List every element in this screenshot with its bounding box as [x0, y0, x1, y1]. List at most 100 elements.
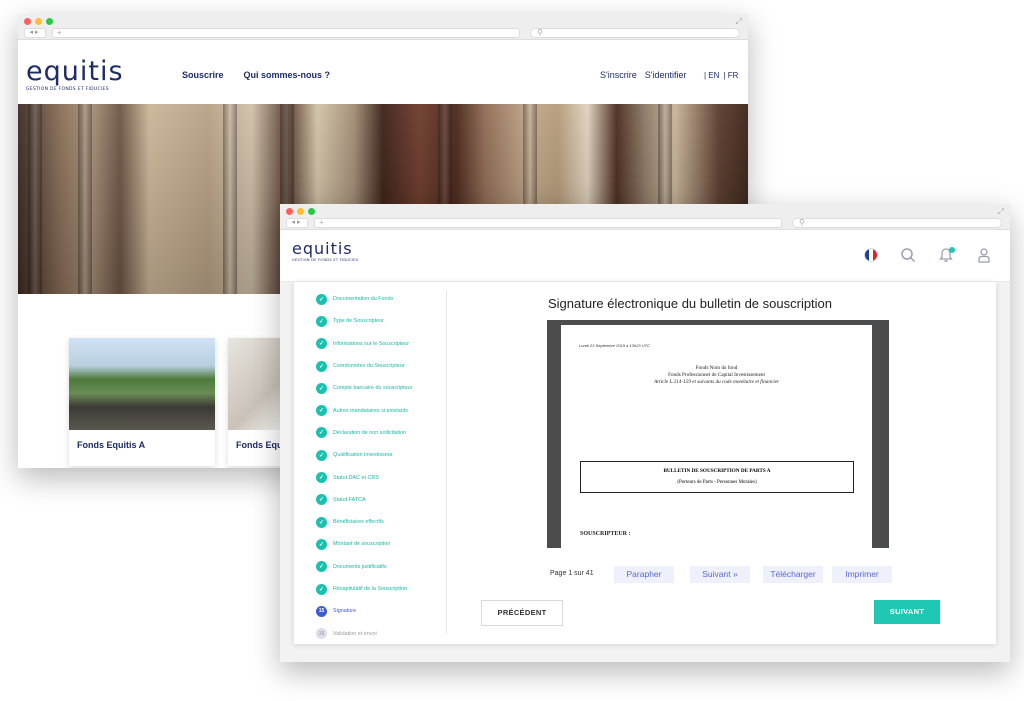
check-icon: ✓: [316, 516, 327, 528]
step-item[interactable]: ✓ Déclaration de non sollicitation: [316, 422, 456, 444]
window-controls: [24, 18, 53, 25]
step-item[interactable]: ✓ Qualification investisseur: [316, 444, 456, 466]
doc-fund-name: Fonds Nom du fond: [695, 365, 738, 371]
doc-bulletin-title: BULLETIN DE SOUSCRIPTION DE PARTS A: [663, 468, 771, 474]
step-item[interactable]: ✓ Récapitulatif de la Souscription: [316, 578, 456, 600]
maximize-dot-icon[interactable]: [308, 208, 315, 215]
step-label: Documents justificatifs: [333, 563, 387, 570]
parapher-button[interactable]: Parapher: [614, 566, 674, 583]
step-item[interactable]: ✓ Documentation du Fonds: [316, 288, 456, 310]
step-label: Bénéficiaires effectifs: [333, 519, 384, 526]
page-counter: Page 1 sur 41: [550, 570, 594, 577]
step-item[interactable]: ✓ Statut FATCA: [316, 489, 456, 511]
auth-links: S'inscrire S'identifier: [600, 70, 686, 80]
lang-en[interactable]: | EN: [704, 71, 719, 80]
step-item[interactable]: ✓ Statut DAC et CRS: [316, 466, 456, 488]
fund-image: [69, 338, 215, 430]
doc-article: Article L.214-159 et suivants du code mo…: [653, 379, 779, 385]
step-label: Autres mandataires si existants: [333, 407, 408, 414]
equitis-logo[interactable]: equitis GESTION DE FONDS ET FIDUCIES: [26, 58, 124, 93]
close-dot-icon[interactable]: [286, 208, 293, 215]
step-label: Validation et envoi: [333, 630, 377, 637]
logo-tagline: GESTION DE FONDS ET FIDUCIES: [292, 258, 359, 262]
doc-section-heading: SOUSCRIPTEUR :: [580, 531, 631, 537]
step-item[interactable]: ✓ Coordonnées du Souscripteur: [316, 355, 456, 377]
fund-card-a[interactable]: Fonds Equitis A: [69, 338, 215, 466]
front-browser-window: ◂▸ + ⚲ ⤢ equitis GESTION DE FONDS ET FID…: [280, 204, 1010, 662]
browser-search-bar[interactable]: ⚲: [792, 218, 1002, 228]
minimize-dot-icon[interactable]: [35, 18, 42, 25]
next-page-button[interactable]: Suivant »: [690, 566, 750, 583]
step-label: Statut DAC et CRS: [333, 474, 379, 481]
nav-qui-sommes-nous[interactable]: Qui sommes-nous ?: [244, 70, 331, 80]
check-icon: ✓: [316, 293, 327, 305]
step-item[interactable]: ✓ Type de Souscripteur: [316, 310, 456, 332]
france-flag-icon[interactable]: [864, 248, 878, 262]
main-nav: Souscrire Qui sommes-nous ?: [182, 70, 330, 80]
step-label: Type de Souscripteur: [333, 318, 384, 325]
nav-souscrire[interactable]: Souscrire: [182, 70, 224, 80]
step-label: Qualification investisseur: [333, 452, 393, 459]
notifications[interactable]: [938, 247, 955, 263]
step-number: 15: [316, 605, 327, 617]
divider: [446, 290, 447, 634]
next-button[interactable]: SUIVANT: [874, 600, 940, 624]
check-icon: ✓: [316, 494, 327, 506]
header-icons: [864, 247, 992, 263]
lang-fr[interactable]: | FR: [723, 71, 738, 80]
step-item[interactable]: ✓ Informations sur le Souscripteur: [316, 333, 456, 355]
step-list: ✓ Documentation du Fonds ✓ Type de Souscrip…: [316, 288, 456, 645]
url-bar[interactable]: +: [52, 28, 520, 38]
back-forward-icon[interactable]: ◂▸: [24, 28, 46, 38]
step-item[interactable]: 16 Validation et envoi: [316, 622, 456, 644]
doc-date: Lundi 23 Septembre 2019 à 13h23 UTC: [579, 343, 650, 348]
step-label: Compte bancaire du souscripteur: [333, 385, 413, 392]
previous-button[interactable]: PRÉCÉDENT: [481, 600, 563, 626]
maximize-dot-icon[interactable]: [46, 18, 53, 25]
check-icon: ✓: [316, 360, 327, 372]
step-label: Coordonnées du Souscripteur: [333, 363, 405, 370]
step-label: Montant de souscription: [333, 541, 391, 548]
language-switcher: | EN | FR: [704, 71, 738, 80]
back-forward-icon[interactable]: ◂▸: [286, 218, 308, 228]
step-label: Déclaration de non sollicitation: [333, 429, 407, 436]
step-item[interactable]: ✓ Compte bancaire du souscripteur: [316, 377, 456, 399]
pdf-page: Lundi 23 Septembre 2019 à 13h23 UTC Fond…: [561, 325, 872, 548]
browser-chrome: ◂▸ + ⚲ ⤢: [280, 204, 1010, 230]
minimize-dot-icon[interactable]: [297, 208, 304, 215]
expand-icon[interactable]: ⤢: [998, 207, 1004, 217]
login-link[interactable]: S'identifier: [645, 70, 687, 80]
step-item[interactable]: ✓ Montant de souscription: [316, 533, 456, 555]
step-item[interactable]: ✓ Bénéficiaires effectifs: [316, 511, 456, 533]
download-button[interactable]: Télécharger: [763, 566, 823, 583]
url-bar[interactable]: +: [314, 218, 782, 228]
stage: ◂▸ + ⚲ ⤢ equitis GESTION DE FONDS ET FID…: [0, 0, 1024, 701]
step-item[interactable]: ✓ Documents justificatifs: [316, 556, 456, 578]
browser-search-bar[interactable]: ⚲: [530, 28, 740, 38]
doc-bulletin-subtitle: (Porteurs de Parts - Personnes Morales): [677, 480, 757, 485]
doc-fund-type: Fonds Professionnel de Capital Investiss…: [668, 372, 765, 378]
equitis-logo[interactable]: equitis GESTION DE FONDS ET FIDUCIES: [292, 239, 359, 263]
print-button[interactable]: Imprimer: [832, 566, 892, 583]
document-title: Signature électronique du bulletin de so…: [548, 296, 833, 311]
search-icon[interactable]: [900, 247, 916, 263]
logo-tagline: GESTION DE FONDS ET FIDUCIES: [26, 87, 109, 92]
check-icon: ✓: [316, 315, 327, 327]
step-label: Statut FATCA: [333, 496, 366, 503]
site-header: equitis GESTION DE FONDS ET FIDUCIES Sou…: [18, 40, 748, 104]
expand-icon[interactable]: ⤢: [736, 17, 742, 27]
notification-badge: [949, 247, 955, 253]
close-dot-icon[interactable]: [24, 18, 31, 25]
check-icon: ✓: [316, 382, 327, 394]
step-number: 16: [316, 628, 327, 640]
app-header: equitis GESTION DE FONDS ET FIDUCIES: [280, 230, 1010, 282]
user-icon[interactable]: [976, 247, 992, 263]
step-label: Informations sur le Souscripteur: [333, 340, 410, 347]
logo-word: equitis: [292, 239, 353, 258]
check-icon: ✓: [316, 472, 327, 484]
step-item[interactable]: ✓ Autres mandataires si existants: [316, 399, 456, 421]
pdf-viewer[interactable]: Lundi 23 Septembre 2019 à 13h23 UTC Fond…: [547, 320, 889, 548]
step-item[interactable]: 15 Signature: [316, 600, 456, 622]
check-icon: ✓: [316, 538, 327, 550]
signup-link[interactable]: S'inscrire: [600, 70, 637, 80]
